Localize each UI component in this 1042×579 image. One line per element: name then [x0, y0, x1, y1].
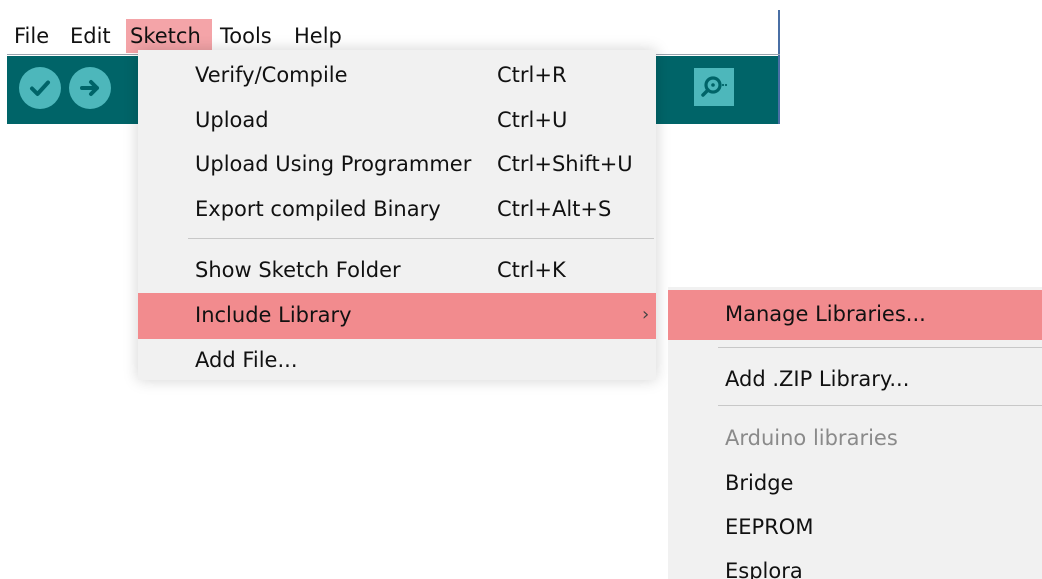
menu-item-shortcut: Ctrl+Shift+U — [497, 152, 633, 176]
submenu-item-add-zip-library[interactable]: Add .ZIP Library... — [668, 355, 1042, 405]
menu-item-include-library[interactable]: Include Library › — [138, 293, 656, 339]
sketch-menu-dropdown: Verify/Compile Ctrl+R Upload Ctrl+U Uplo… — [138, 50, 656, 380]
screenshot-stage: File Edit Sketch Tools Help Verify/Compi… — [0, 0, 1042, 579]
menu-tools[interactable]: Tools — [216, 19, 276, 53]
check-icon — [30, 80, 50, 96]
menu-item-shortcut: Ctrl+Alt+S — [497, 197, 612, 221]
include-library-submenu: Manage Libraries... Add .ZIP Library... … — [668, 287, 1042, 579]
submenu-item-label: Arduino libraries — [725, 426, 898, 450]
submenu-item-label: Bridge — [725, 471, 794, 495]
menu-item-shortcut: Ctrl+R — [497, 63, 567, 87]
arrow-right-icon — [80, 80, 99, 96]
submenu-item-bridge[interactable]: Bridge — [668, 459, 1042, 509]
menu-separator — [188, 238, 654, 239]
verify-button[interactable] — [19, 67, 61, 109]
menu-item-shortcut: Ctrl+K — [497, 258, 566, 282]
menu-item-export-compiled-binary[interactable]: Export compiled Binary Ctrl+Alt+S — [140, 187, 656, 233]
menu-item-upload-using-programmer[interactable]: Upload Using Programmer Ctrl+Shift+U — [140, 142, 656, 188]
submenu-item-eeprom[interactable]: EEPROM — [668, 503, 1042, 553]
menu-item-label: Add File... — [195, 348, 298, 372]
menu-item-label: Verify/Compile — [195, 63, 348, 87]
submenu-item-label: EEPROM — [725, 515, 814, 539]
menu-item-show-sketch-folder[interactable]: Show Sketch Folder Ctrl+K — [140, 248, 656, 294]
submenu-item-label: Add .ZIP Library... — [725, 367, 910, 391]
submenu-separator — [718, 347, 1042, 348]
menu-item-shortcut: Ctrl+U — [497, 108, 568, 132]
upload-button[interactable] — [69, 67, 111, 109]
menu-edit[interactable]: Edit — [66, 19, 115, 53]
menu-item-label: Upload Using Programmer — [195, 152, 472, 176]
menu-help[interactable]: Help — [290, 19, 346, 53]
submenu-item-manage-libraries[interactable]: Manage Libraries... — [668, 290, 1042, 340]
magnifier-icon — [701, 76, 728, 97]
menu-item-upload[interactable]: Upload Ctrl+U — [140, 98, 656, 144]
menu-item-label: Include Library — [195, 303, 352, 327]
menu-file[interactable]: File — [10, 19, 53, 53]
submenu-item-label: Manage Libraries... — [725, 302, 926, 326]
submenu-item-label: Esplora — [725, 559, 803, 579]
submenu-separator — [718, 405, 1042, 406]
menu-item-label: Show Sketch Folder — [195, 258, 401, 282]
serial-monitor-button[interactable] — [694, 68, 734, 106]
menu-sketch[interactable]: Sketch — [126, 19, 212, 53]
menu-item-label: Upload — [195, 108, 269, 132]
menu-item-label: Export compiled Binary — [195, 197, 441, 221]
menu-item-add-file[interactable]: Add File... — [140, 338, 656, 384]
menu-item-verify-compile[interactable]: Verify/Compile Ctrl+R — [140, 53, 656, 99]
submenu-heading-arduino-libraries: Arduino libraries — [668, 414, 1042, 464]
submenu-arrow-icon: › — [642, 304, 650, 325]
submenu-item-esplora[interactable]: Esplora — [668, 547, 1042, 579]
